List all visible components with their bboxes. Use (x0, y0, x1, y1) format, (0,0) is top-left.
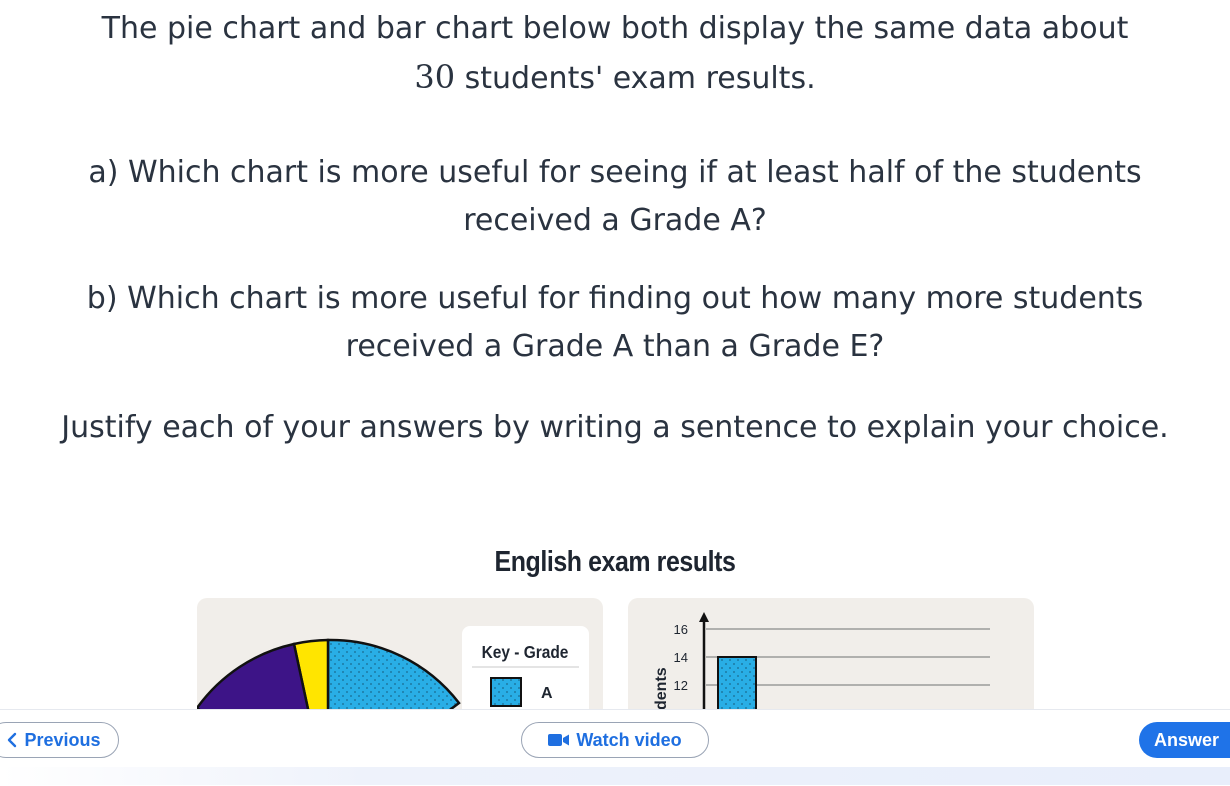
answer-label: Answer (1154, 729, 1220, 750)
figure-title: English exam results (494, 546, 736, 578)
key-label-a: A (541, 685, 553, 702)
question-intro: The pie chart and bar chart below both d… (20, 5, 1210, 103)
y-tick-label: 16 (674, 622, 688, 637)
student-count: 30 (414, 58, 456, 96)
intro-text: The pie chart and bar chart below both d… (101, 11, 1129, 46)
previous-button[interactable]: Previous (0, 722, 119, 758)
y-tick-label: 12 (674, 678, 688, 693)
key-title: Key - Grade (482, 642, 569, 662)
key-swatch-a (490, 677, 522, 707)
question-justify: Justify each of your answers by writing … (61, 410, 1169, 445)
video-label: Watch video (576, 729, 682, 750)
question-part-a: a) Which chart is more useful for seeing… (88, 155, 1142, 238)
y-axis-label: dents (653, 667, 670, 710)
nav-fade-strip (0, 767, 1230, 785)
bar-tick-labels: 16 14 12 (674, 622, 688, 693)
watch-video-button[interactable]: Watch video (521, 722, 709, 758)
answer-button[interactable]: Answer (1139, 722, 1230, 758)
intro-text-end: students' exam results. (455, 61, 816, 96)
video-camera-icon (548, 733, 570, 747)
chevron-left-icon (6, 732, 18, 748)
y-axis-arrow (699, 612, 709, 622)
y-tick-label: 14 (674, 650, 688, 665)
previous-label: Previous (24, 729, 101, 750)
question-part-b: b) Which chart is more useful for findin… (86, 281, 1144, 364)
